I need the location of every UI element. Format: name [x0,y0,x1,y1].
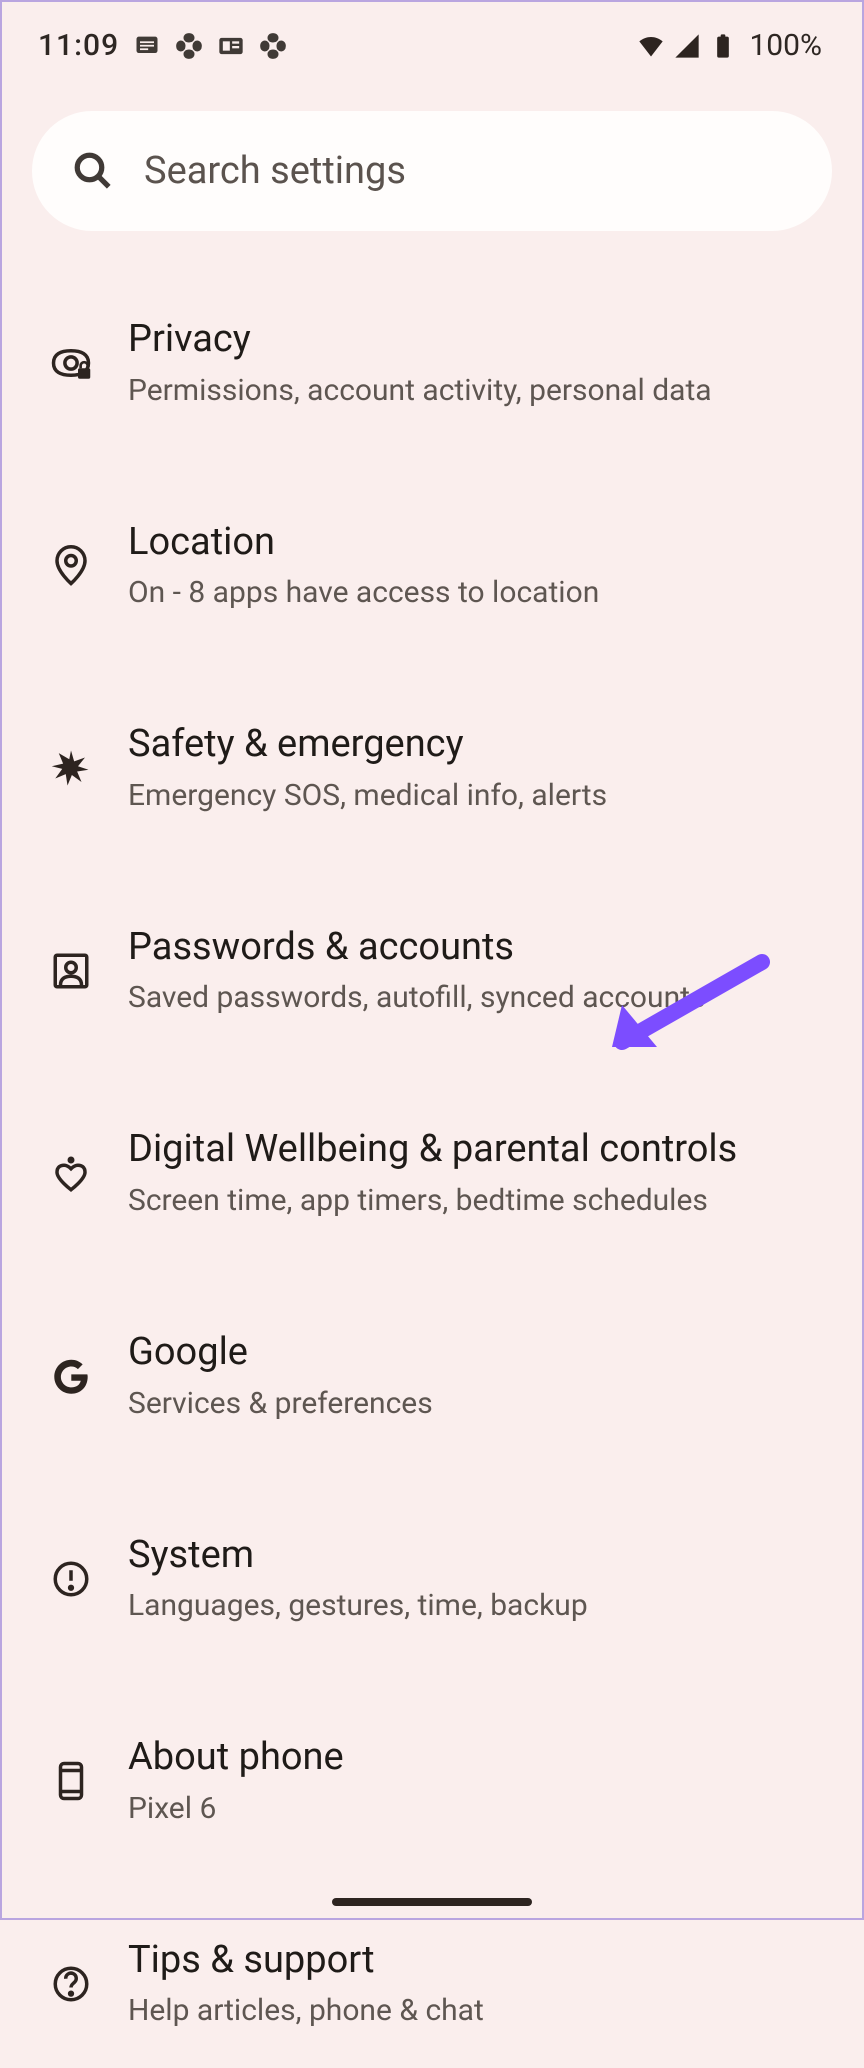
settings-item-privacy[interactable]: Privacy Permissions, account activity, p… [32,281,832,448]
phone-icon [50,1760,92,1802]
wellbeing-icon [50,1153,92,1195]
pinwheel-icon-2 [259,32,287,60]
item-title: Tips & support [128,1938,832,1984]
search-placeholder: Search settings [144,149,406,193]
google-icon [50,1355,92,1397]
item-title: Google [128,1330,832,1376]
item-subtitle: Services & preferences [128,1384,832,1423]
settings-list: Privacy Permissions, account activity, p… [2,281,862,2068]
item-title: About phone [128,1735,832,1781]
item-subtitle: Saved passwords, autofill, synced accoun… [128,978,832,1017]
status-time: 11:09 [38,28,119,63]
settings-item-safety-emergency[interactable]: Safety & emergency Emergency SOS, medica… [32,686,832,853]
settings-item-system[interactable]: System Languages, gestures, time, backup [32,1497,832,1664]
item-title: Digital Wellbeing & parental controls [128,1127,832,1173]
help-icon [50,1963,92,2005]
nav-handle[interactable] [332,1898,532,1906]
item-title: Passwords & accounts [128,925,832,971]
item-subtitle: Pixel 6 [128,1789,832,1828]
privacy-icon [50,342,92,384]
search-bar[interactable]: Search settings [32,111,832,231]
settings-item-digital-wellbeing[interactable]: Digital Wellbeing & parental controls Sc… [32,1091,832,1258]
search-icon [72,150,114,192]
settings-item-about-phone[interactable]: About phone Pixel 6 [32,1699,832,1866]
news-icon [217,32,245,60]
settings-item-passwords-accounts[interactable]: Passwords & accounts Saved passwords, au… [32,889,832,1056]
item-title: Location [128,520,832,566]
wifi-icon [637,32,665,60]
settings-item-google[interactable]: Google Services & preferences [32,1294,832,1461]
item-subtitle: Screen time, app timers, bedtime schedul… [128,1181,832,1220]
battery-percentage: 100% [749,28,822,63]
item-subtitle: Emergency SOS, medical info, alerts [128,776,832,815]
location-icon [50,545,92,587]
battery-icon [709,32,737,60]
item-subtitle: Permissions, account activity, personal … [128,371,832,410]
status-right: 100% [637,28,822,63]
status-left: 11:09 [38,28,287,63]
item-subtitle: Languages, gestures, time, backup [128,1586,832,1625]
status-bar: 11:09 100% [2,2,862,81]
cell-signal-icon [673,32,701,60]
item-title: System [128,1533,832,1579]
settings-item-location[interactable]: Location On - 8 apps have access to loca… [32,484,832,651]
item-title: Privacy [128,317,832,363]
pinwheel-icon-1 [175,32,203,60]
settings-item-tips-support[interactable]: Tips & support Help articles, phone & ch… [32,1902,832,2068]
emergency-icon [50,747,92,789]
system-icon [50,1558,92,1600]
item-title: Safety & emergency [128,722,832,768]
messages-icon [133,32,161,60]
account-icon [50,950,92,992]
item-subtitle: Help articles, phone & chat [128,1991,832,2030]
item-subtitle: On - 8 apps have access to location [128,573,832,612]
